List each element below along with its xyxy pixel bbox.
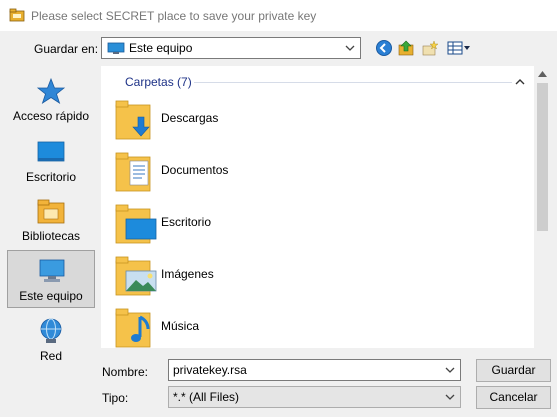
network-icon xyxy=(40,318,62,343)
chevron-down-icon[interactable] xyxy=(444,364,456,376)
place-desktop[interactable]: Escritorio xyxy=(7,132,95,190)
place-label: Escritorio xyxy=(25,170,76,184)
filetype-dropdown[interactable]: *.* (All Files) xyxy=(168,386,461,408)
downloads-folder-icon xyxy=(115,100,151,140)
chevron-down-icon xyxy=(445,394,455,400)
place-quick-access[interactable]: Acceso rápido xyxy=(7,71,95,129)
place-libraries[interactable]: Bibliotecas xyxy=(7,191,95,249)
window-title: Please select SECRET place to save your … xyxy=(31,9,317,23)
look-in-label: Guardar en: xyxy=(34,42,99,56)
place-label: Red xyxy=(39,349,62,363)
back-icon[interactable] xyxy=(375,39,393,57)
save-button[interactable]: Guardar xyxy=(476,359,551,382)
place-label: Este equipo xyxy=(19,289,83,303)
place-label: Acceso rápido xyxy=(12,109,90,123)
scrollbar-thumb[interactable] xyxy=(537,83,548,231)
libraries-icon xyxy=(37,199,65,224)
list-item[interactable]: Música xyxy=(112,303,412,351)
item-name: Escritorio xyxy=(161,215,212,229)
collapse-chevron-icon[interactable] xyxy=(515,78,525,86)
filename-value: privatekey.rsa xyxy=(173,363,247,377)
item-name: Documentos xyxy=(161,163,229,177)
list-item[interactable]: Escritorio xyxy=(112,199,412,247)
cancel-button[interactable]: Cancelar xyxy=(476,386,551,409)
place-network[interactable]: Red xyxy=(7,311,95,369)
view-menu-icon[interactable] xyxy=(446,39,472,57)
quick-access-star-icon xyxy=(36,77,66,104)
place-this-pc[interactable]: Este equipo xyxy=(7,250,95,308)
filetype-label: Tipo: xyxy=(102,391,129,405)
item-name: Descargas xyxy=(161,111,219,125)
documents-folder-icon xyxy=(115,152,151,192)
this-pc-icon xyxy=(107,42,125,54)
group-header[interactable]: Carpetas (7) xyxy=(125,75,192,89)
scroll-up-icon[interactable] xyxy=(538,71,547,77)
vertical-scrollbar[interactable] xyxy=(534,66,551,348)
title-bar: Please select SECRET place to save your … xyxy=(0,0,557,31)
list-item[interactable]: Documentos xyxy=(112,147,412,195)
group-divider xyxy=(194,82,512,83)
list-item[interactable]: Descargas xyxy=(112,95,412,143)
filename-label: Nombre: xyxy=(102,365,149,379)
pictures-folder-icon xyxy=(115,256,157,296)
place-label: Bibliotecas xyxy=(21,229,81,243)
item-name: Música xyxy=(161,319,200,333)
music-folder-icon xyxy=(115,308,151,348)
up-folder-icon[interactable] xyxy=(397,39,415,57)
this-pc-icon xyxy=(39,259,65,282)
app-icon xyxy=(9,8,25,22)
filename-input[interactable]: privatekey.rsa xyxy=(168,359,461,381)
chevron-down-icon xyxy=(345,45,355,51)
new-folder-icon[interactable] xyxy=(421,39,439,57)
desktop-folder-icon xyxy=(115,204,157,244)
desktop-icon xyxy=(37,141,65,162)
look-in-dropdown[interactable]: Este equipo xyxy=(101,37,361,59)
file-list[interactable]: Carpetas (7) Descargas Documentos Escrit… xyxy=(101,66,551,348)
filetype-value: *.* (All Files) xyxy=(173,390,240,404)
list-item[interactable]: Imágenes xyxy=(112,251,412,299)
places-bar: Acceso rápido Escritorio Bibliotecas Est… xyxy=(3,65,95,367)
look-in-value: Este equipo xyxy=(129,41,193,55)
item-name: Imágenes xyxy=(161,267,214,281)
